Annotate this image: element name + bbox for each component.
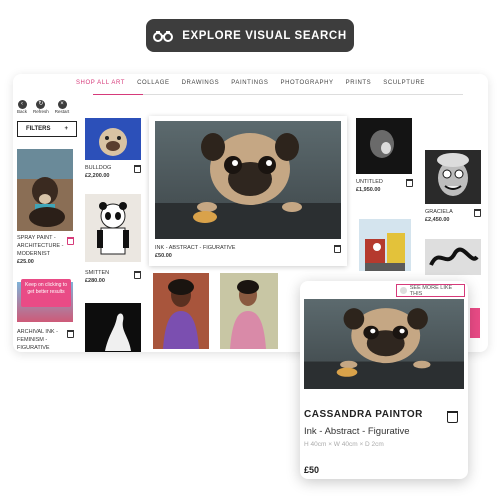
product-caption-3: SMITTEN £280.00 xyxy=(85,269,140,285)
basket-icon[interactable] xyxy=(67,237,74,245)
back-icon: ‹ xyxy=(17,100,27,109)
banner-label: EXPLORE VISUAL SEARCH xyxy=(182,29,347,42)
back-button[interactable]: ‹ Back xyxy=(17,100,27,114)
detail-artwork-image[interactable] xyxy=(304,299,464,389)
product-title: SPRAY PAINT - ARCHITECTURE - MODERNIST xyxy=(17,235,64,257)
artwork-image-fair[interactable] xyxy=(359,219,411,271)
featured-product-card[interactable]: INK - ABSTRACT - FIGURATIVE £50.00 xyxy=(149,116,347,266)
artwork-price: £50 xyxy=(304,465,320,475)
basket-icon[interactable] xyxy=(447,411,458,423)
binoculars-icon xyxy=(153,30,174,42)
product-caption-6: GRACIELA £2,450.00 xyxy=(425,208,480,224)
product-title: SMITTEN xyxy=(85,270,110,276)
product-price: £1,950.00 xyxy=(356,187,381,193)
artwork-medium: Ink - Abstract - Figurative xyxy=(304,426,410,437)
filters-label: FILTERS xyxy=(25,126,51,132)
product-title: BULLDOG xyxy=(85,165,112,171)
basket-icon[interactable] xyxy=(67,330,74,338)
nav-active-indicator xyxy=(93,94,143,95)
artist-name: CASSANDRA PAINTOR xyxy=(304,409,423,420)
restart-button[interactable]: × Restart xyxy=(54,100,70,114)
artwork-image-dog[interactable] xyxy=(17,149,73,231)
artwork-image-bulldog[interactable] xyxy=(85,118,141,160)
artwork-image-sculpture[interactable] xyxy=(425,239,481,275)
back-label: Back xyxy=(17,109,28,114)
refresh-label: Refresh xyxy=(33,109,49,114)
product-caption-2: BULLDOG £2,200.00 xyxy=(85,164,140,180)
product-caption-5: UNTITLED £1,950.00 xyxy=(356,178,411,194)
nav-drawings[interactable]: DRAWINGS xyxy=(182,80,220,86)
product-price: £280.00 xyxy=(85,278,105,284)
product-price: £25.00 xyxy=(17,259,34,265)
product-title: ARCHIVAL INK - FEMINISM - FIGURATIVE xyxy=(17,329,58,351)
see-more-like-this-button[interactable]: SEE MORE LIKE THIS xyxy=(396,284,465,297)
product-caption-7: ARCHIVAL INK - FEMINISM - FIGURATIVE xyxy=(17,328,72,352)
scroll-edge-tab xyxy=(470,308,480,338)
product-price: £2,200.00 xyxy=(85,173,110,179)
product-detail-card[interactable]: CASSANDRA PAINTOR Ink - Abstract - Figur… xyxy=(300,281,468,479)
basket-icon[interactable] xyxy=(474,209,481,217)
basket-icon[interactable] xyxy=(406,179,413,187)
artwork-dimensions: H 40cm × W 40cm × D 2cm xyxy=(304,441,384,448)
basket-icon[interactable] xyxy=(134,165,141,173)
nav-sculpture[interactable]: SCULPTURE xyxy=(383,80,425,86)
artwork-image-panda[interactable] xyxy=(85,194,141,262)
navigation-controls: ‹ Back ↻ Refresh × Restart xyxy=(17,100,69,114)
nav-prints[interactable]: PRINTS xyxy=(346,80,372,86)
visual-search-icon xyxy=(400,287,407,294)
explore-visual-search-banner[interactable]: EXPLORE VISUAL SEARCH xyxy=(146,19,354,52)
restart-icon: × xyxy=(57,100,67,109)
basket-icon[interactable] xyxy=(134,271,141,279)
artwork-image-pug[interactable] xyxy=(155,121,341,239)
nav-paintings[interactable]: PAINTINGS xyxy=(231,80,268,86)
category-nav: SHOP ALL ART COLLAGE DRAWINGS PAINTINGS … xyxy=(13,80,488,86)
artwork-image-woman-purple[interactable] xyxy=(153,273,209,349)
refresh-button[interactable]: ↻ Refresh xyxy=(33,100,49,114)
basket-icon[interactable] xyxy=(334,245,341,253)
product-caption-1: SPRAY PAINT - ARCHITECTURE - MODERNIST £2… xyxy=(17,234,72,266)
plus-icon: + xyxy=(64,126,69,132)
filters-button[interactable]: FILTERS + xyxy=(17,121,77,137)
product-price: £50.00 xyxy=(155,253,172,259)
artwork-image-swan[interactable] xyxy=(85,303,141,352)
nav-shop-all-art[interactable]: SHOP ALL ART xyxy=(76,80,125,86)
product-title: GRACIELA xyxy=(425,209,453,215)
product-price: £2,450.00 xyxy=(425,217,450,223)
restart-label: Restart xyxy=(54,109,70,114)
nav-collage[interactable]: COLLAGE xyxy=(137,80,170,86)
artwork-image-woman-pink[interactable] xyxy=(220,273,278,349)
tooltip: Keep on clicking to get better results xyxy=(21,279,71,307)
nav-photography[interactable]: PHOTOGRAPHY xyxy=(281,80,334,86)
refresh-icon: ↻ xyxy=(36,100,46,109)
artwork-image-graciela[interactable] xyxy=(425,150,481,204)
artwork-image-untitled[interactable] xyxy=(356,118,412,174)
nav-underline xyxy=(93,94,463,95)
product-title: INK - ABSTRACT - FIGURATIVE xyxy=(155,245,236,251)
see-more-label: SEE MORE LIKE THIS xyxy=(409,284,453,297)
product-caption-4: INK - ABSTRACT - FIGURATIVE £50.00 xyxy=(155,244,235,260)
product-title: UNTITLED xyxy=(356,179,383,185)
